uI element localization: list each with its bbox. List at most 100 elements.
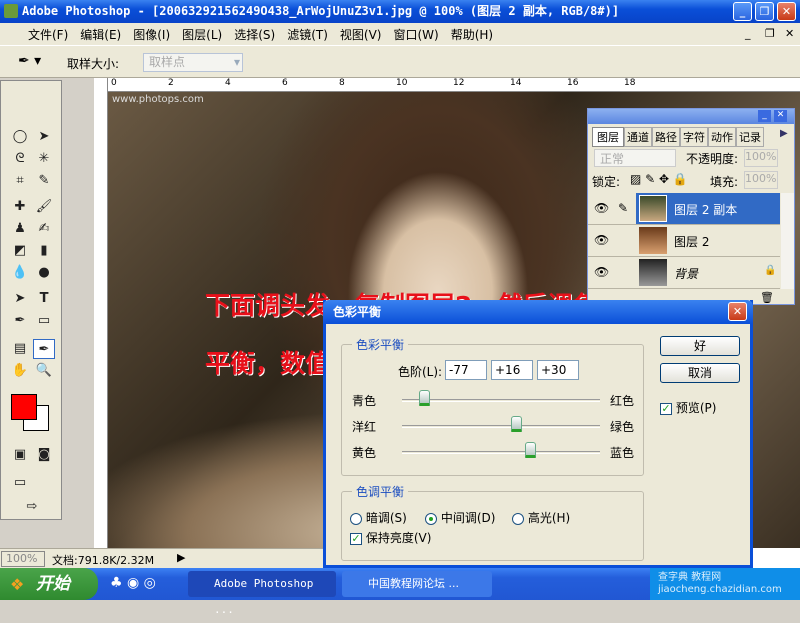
level-magenta-green-field[interactable]: +16 [491,360,533,380]
magic-wand-tool[interactable]: ✳ [33,149,55,169]
doc-minimize-icon[interactable]: _ [745,27,751,40]
standard-mode-button[interactable]: ▣ [9,445,31,465]
cancel-button[interactable]: 取消 [660,363,740,383]
shape-tool[interactable]: ▭ [33,311,55,331]
ruler-tick-label: 8 [339,78,345,88]
ok-button[interactable]: 好 [660,336,740,356]
task-browser[interactable]: 中国教程网论坛 ... [342,571,492,597]
preserve-luminosity-checkbox[interactable]: ✓ 保持亮度(V) [350,529,431,546]
dodge-tool[interactable]: ● [33,263,55,283]
maximize-button[interactable]: ❐ [755,2,774,21]
lock-icons[interactable]: ▨ ✎ ✥ 🔒 [630,172,688,186]
stamp-tool[interactable]: ♟ [9,219,31,239]
layer-row[interactable]: 👁 背景 🔒 [588,257,780,289]
ruler-tick-label: 6 [282,78,288,88]
layer-row[interactable]: 👁 ✎ 图层 2 副本 [588,193,780,225]
healing-tool[interactable]: ✚ [9,197,31,217]
panel-close-icon[interactable]: ✕ [774,110,787,122]
ruler-tick-label: 18 [624,78,636,88]
path-select-tool[interactable]: ➤ [9,289,31,309]
slider-thumb-yellow-blue[interactable] [524,442,536,458]
menu-window[interactable]: 窗口(W) [387,26,444,43]
layers-scrollbar[interactable] [781,193,794,289]
zoom-field[interactable]: 100% [1,551,45,567]
slider-label-cyan: 青色 [352,394,377,408]
marquee-tool[interactable]: ◯ [9,127,31,147]
tab-actions[interactable]: 动作 [708,127,736,147]
minimize-button[interactable]: _ [733,2,752,21]
radio-midtones[interactable]: 中间调(D) [425,509,495,526]
visibility-eye-icon[interactable]: 👁 [594,265,609,279]
history-brush-tool[interactable]: ✍ [33,219,55,239]
menu-file[interactable]: 文件(F) [22,26,74,43]
trash-icon[interactable]: 🗑 [760,291,774,304]
eraser-tool[interactable]: ◩ [9,241,31,261]
layer-row[interactable]: 👁 图层 2 [588,225,780,257]
slider-track-magenta-green[interactable] [402,425,600,428]
menu-image[interactable]: 图像(I) [127,26,176,43]
level-cyan-red-field[interactable]: -77 [445,360,487,380]
eyedropper-tool[interactable]: ✒ [33,339,55,359]
pen-tool[interactable]: ✒ [9,311,31,331]
menu-select[interactable]: 选择(S) [228,26,281,43]
foreground-color-swatch[interactable] [11,394,37,420]
eyedropper-tool-icon[interactable]: ✒ ▾ [18,53,41,69]
tab-channels[interactable]: 通道 [624,127,652,147]
panel-tabs: 图层 通道 路径 字符 动作 记录 [592,127,764,147]
menu-layer[interactable]: 图层(L) [176,26,228,43]
type-tool[interactable]: T [33,289,55,309]
jump-to-imageready-button[interactable]: ⇨ [21,497,43,517]
slider-thumb-magenta-green[interactable] [510,416,522,432]
gradient-tool[interactable]: ▮ [33,241,55,261]
status-menu-arrow-icon[interactable]: ▶ [177,551,185,564]
doc-restore-icon[interactable]: ❐ [765,27,775,40]
layer-name: 图层 2 [674,235,710,249]
menu-filter[interactable]: 滤镜(T) [281,26,334,43]
fill-field[interactable]: 100% [744,171,778,189]
blur-tool[interactable]: 💧 [9,263,31,283]
slider-track-yellow-blue[interactable] [402,451,600,454]
menu-edit[interactable]: 编辑(E) [74,26,127,43]
layer-thumbnail [639,195,667,222]
menu-help[interactable]: 帮助(H) [445,26,499,43]
move-tool[interactable]: ➤ [33,127,55,147]
lasso-tool[interactable]: ᘓ [9,149,31,169]
dialog-close-button[interactable]: ✕ [728,302,747,321]
level-yellow-blue-field[interactable]: +30 [537,360,579,380]
task-photoshop[interactable]: Adobe Photoshop ... [188,571,336,616]
quickmask-mode-button[interactable]: ◙ [33,445,55,465]
preview-checkbox[interactable]: ✓ 预览(P) [660,399,716,416]
chevron-down-icon: ▾ [233,55,240,69]
panel-menu-icon[interactable]: ▶ [780,128,788,139]
slider-thumb-cyan-red[interactable] [418,390,430,406]
ruler-top: 0 2 4 6 8 10 12 14 16 18 [108,78,800,92]
tab-character[interactable]: 字符 [680,127,708,147]
visibility-eye-icon[interactable]: 👁 [594,201,609,215]
radio-shadows[interactable]: 暗调(S) [350,509,407,526]
sample-size-select[interactable]: 取样点 ▾ [143,53,243,72]
opacity-field[interactable]: 100% [744,149,778,167]
screen-mode-button[interactable]: ▭ [9,473,31,493]
zoom-tool[interactable]: 🔍 [33,361,55,381]
radio-highlights[interactable]: 高光(H) [512,509,570,526]
toolbox: ◯ ➤ ᘓ ✳ ⌗ ✎ ✚ 🖌 ♟ ✍ ◩ ▮ 💧 ● ➤ T ✒ ▭ ▤ ✒ … [0,80,62,520]
close-button[interactable]: ✕ [777,2,796,21]
color-balance-group-label: 色彩平衡 [352,336,409,353]
ruler-left [94,78,108,548]
crop-tool[interactable]: ⌗ [9,171,31,191]
slice-tool[interactable]: ✎ [33,171,55,191]
watermark-text: www.photops.com [112,94,204,105]
menu-view[interactable]: 视图(V) [334,26,388,43]
doc-close-icon[interactable]: ✕ [785,27,794,40]
tab-history[interactable]: 记录 [736,127,764,147]
brush-tool[interactable]: 🖌 [33,197,55,217]
tab-layers[interactable]: 图层 [592,127,624,147]
blend-mode-select[interactable]: 正常 [594,149,676,167]
notes-tool[interactable]: ▤ [9,339,31,359]
quicklaunch-icons[interactable]: ♣ ◉ ◎ [110,575,156,591]
hand-tool[interactable]: ✋ [9,361,31,381]
visibility-eye-icon[interactable]: 👁 [594,233,609,247]
slider-track-cyan-red[interactable] [402,399,600,402]
tab-paths[interactable]: 路径 [652,127,680,147]
panel-minimize-icon[interactable]: _ [758,110,771,122]
